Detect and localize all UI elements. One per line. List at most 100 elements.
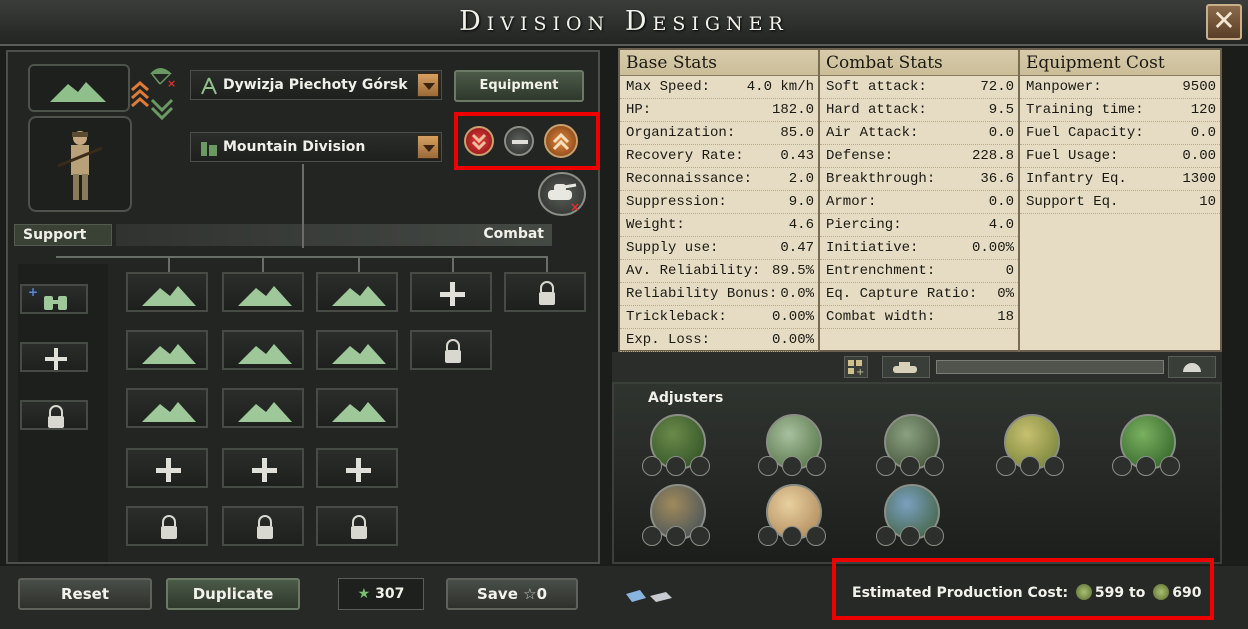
stat-row: Trickleback: 0.00% [620,306,818,329]
combat-slot-add[interactable] [410,272,492,312]
lock-icon [539,281,555,305]
stat-row: Fuel Usage: 0.00 [1020,145,1220,168]
production-cost-label: Estimated Production Cost: [852,585,1069,601]
grid-plus-icon: + [848,360,864,378]
combat-slot-add[interactable] [316,448,398,488]
production-min-value: 599 [1094,585,1125,601]
reset-button[interactable]: Reset [18,578,152,610]
stat-label: Weight: [626,217,685,233]
terrain-attack-modifier-icon [900,456,920,476]
stat-value: 228.8 [971,148,1014,164]
terrain-defense-modifier-icon [690,526,710,546]
stat-value: 72.0 [980,79,1014,95]
save-button[interactable]: Save ☆0 [446,578,578,610]
stat-label: Piercing: [826,217,902,233]
stat-label: Av. Reliability: [626,263,761,279]
helmet-view-button[interactable] [1168,356,1216,378]
terrain-attack-modifier-icon [900,526,920,546]
terrain-defense-modifier-icon [806,456,826,476]
duplicate-button[interactable]: Duplicate [166,578,300,610]
terrain-attack-modifier-icon [1136,456,1156,476]
mountain-icon [50,82,106,102]
chevron-down-icon[interactable] [417,73,439,97]
stat-row: Hard attack: 9.5 [820,99,1018,122]
grid-view-button[interactable]: + [844,356,868,378]
production-icon [1075,584,1092,600]
stat-row: Manpower: 9500 [1020,76,1220,99]
stat-row: Support Eq. 10 [1020,191,1220,214]
mountain-soldier-portrait [57,131,103,200]
stat-value: 36.6 [980,171,1014,187]
equipment-button[interactable]: Equipment [454,70,584,102]
combat-slot-mountaineers[interactable] [222,388,304,428]
production-icon [1153,584,1170,600]
infantry-chevron-icon[interactable] [148,94,176,120]
combat-slot-mountaineers[interactable] [222,272,304,312]
lock-icon [48,405,64,428]
army-xp-display: ★ 307 [338,578,424,610]
chevron-down-icon[interactable] [417,135,439,159]
combat-slot-mountaineers[interactable] [316,388,398,428]
downgrade-rank-button[interactable] [464,126,494,156]
terrain-movement-modifier-icon [758,456,778,476]
tank-icon [893,362,917,373]
support-slot-locked [20,400,88,430]
unit-portrait [28,116,132,212]
upgrade-rank-button[interactable] [544,124,578,158]
support-slot-recon[interactable]: + [20,284,88,314]
stat-value: 9.0 [788,194,814,210]
division-name-text: Dywizja Piechoty Górsk [223,77,408,93]
stat-label: Suppression: [626,194,727,210]
terrain-attack-modifier-icon [782,526,802,546]
stat-label: Training time: [1026,102,1144,118]
stat-value: 0.43 [780,148,814,164]
combat-slot-mountaineers[interactable] [126,272,208,312]
terrain-attack-modifier-icon [1020,456,1040,476]
reset-rank-button[interactable] [504,126,534,156]
stat-row: Soft attack: 72.0 [820,76,1018,99]
stat-row: Supply use: 0.47 [620,237,818,260]
combat-slot-mountaineers[interactable] [126,388,208,428]
terrain-movement-modifier-icon [642,456,662,476]
support-slot-add[interactable] [20,342,88,372]
division-name-dropdown[interactable]: Dywizja Piechoty Górsk [190,70,442,100]
svg-text:×: × [167,77,176,88]
combat-slot-add[interactable] [126,448,208,488]
stat-label: Supply use: [626,240,719,256]
stat-label: Trickleback: [626,309,727,325]
combat-slot-mountaineers[interactable] [126,330,208,370]
division-symbol-button[interactable] [28,64,149,112]
chevron-down-icon [471,133,487,151]
stat-row: Air Attack: 0.0 [820,122,1018,145]
terrain-movement-modifier-icon [642,526,662,546]
mountain-icon [142,402,196,422]
mountain-icon [238,402,292,422]
stat-row: Max Speed: 4.0 km/h [620,76,818,99]
adjusters-title: Adjusters [648,390,724,406]
tree-connector [168,256,170,272]
tank-view-button[interactable] [882,356,930,378]
mountain-icon [332,286,386,306]
combat-slot-mountaineers[interactable] [316,330,398,370]
terrain-adjusters-panel: Adjusters [612,382,1222,564]
tank-remove-icon: × [548,183,580,214]
terrain-movement-modifier-icon [758,526,778,546]
parachute-remove-icon[interactable]: × [148,62,176,88]
close-button[interactable]: ✕ [1206,4,1242,40]
template-dropdown[interactable]: Mountain Division [190,132,442,162]
stat-value: 2.0 [788,171,814,187]
terrain-defense-modifier-icon [1160,456,1180,476]
remove-tank-button[interactable]: × [538,172,586,216]
stat-row: Reliability Bonus: 0.0% [620,283,818,306]
stat-label: HP: [626,102,652,118]
combat-slot-mountaineers[interactable] [316,272,398,312]
plus-icon [440,282,465,306]
mountain-icon [142,286,196,306]
stat-value: 0.47 [780,240,814,256]
tree-connector [262,256,264,272]
combat-slot-add[interactable] [222,448,304,488]
combat-slot-mountaineers[interactable] [222,330,304,370]
mountain-icon [332,344,386,364]
equipment-cost-header: Equipment Cost [1020,50,1220,76]
terrain-defense-modifier-icon [1044,456,1064,476]
